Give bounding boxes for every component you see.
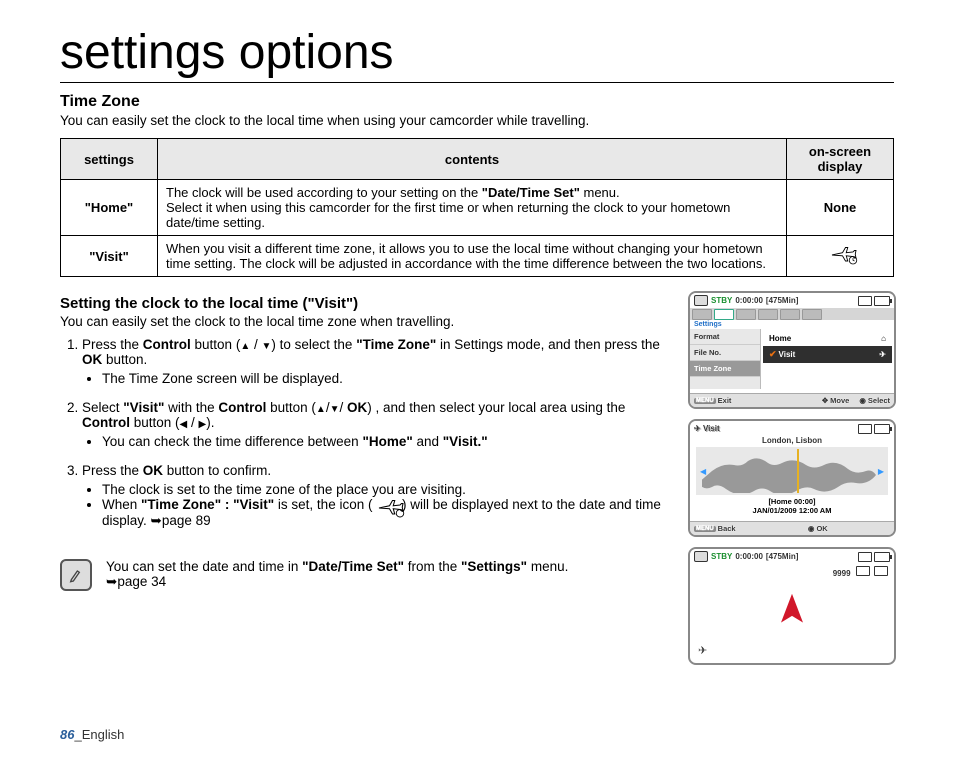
step-2-bullet: You can check the time difference betwee… xyxy=(102,434,674,449)
osd-status: STBY xyxy=(711,296,732,305)
steps-list: Press the Control button ( / ) to select… xyxy=(60,337,674,529)
check-icon: ✔ xyxy=(769,349,777,359)
down-icon xyxy=(261,337,271,352)
step-1: Press the Control button ( / ) to select… xyxy=(82,337,674,386)
osd-home-time: [Home 00:00] xyxy=(768,497,815,506)
side-item-fileno: File No. xyxy=(690,345,760,361)
page-title: settings options xyxy=(60,25,894,83)
osd-option-visit: ✔Visit ✈ xyxy=(763,346,892,363)
th-display: on-screen display xyxy=(787,139,894,180)
osd-options: Home ⌂ ✔Visit ✈ xyxy=(761,329,894,389)
battery-icon xyxy=(874,552,890,562)
cell-setting-home: "Home" xyxy=(61,180,158,236)
osd-visit-title: Visit xyxy=(703,424,720,433)
card-icon xyxy=(858,552,872,562)
osd-city: London, Lisbon xyxy=(690,436,894,445)
step-1-bullet: The Time Zone screen will be displayed. xyxy=(102,371,674,386)
up-icon xyxy=(240,337,250,352)
right-arrow-icon: ▶ xyxy=(878,467,884,476)
cell-contents-visit: When you visit a different time zone, it… xyxy=(158,236,787,277)
page-ref-icon xyxy=(151,513,162,528)
osd-visit-screen: ✈ Visit London, Lisbon ◀ ▶ [Home 00:00] … xyxy=(688,419,896,537)
side-item-timezone: Time Zone xyxy=(690,361,760,377)
page-ref-icon xyxy=(106,574,117,589)
osd-time: 0:00:00 xyxy=(735,296,763,305)
subsection-intro: You can easily set the clock to the loca… xyxy=(60,314,674,329)
osd-move: Move xyxy=(830,396,849,405)
camera-icon xyxy=(694,295,708,306)
page-number: 86_English xyxy=(60,727,124,742)
osd-time: 0:00:00 xyxy=(735,552,763,561)
section-heading: Time Zone xyxy=(60,93,894,111)
th-contents: contents xyxy=(158,139,787,180)
step-3-bullet-2: When "Time Zone" : "Visit" is set, the i… xyxy=(102,497,674,529)
battery-icon xyxy=(874,424,890,434)
osd-side-menu: Format File No. Time Zone xyxy=(690,329,761,389)
osd-record-screen: STBY 0:00:00 [475Min] 9999 ✈ xyxy=(688,547,896,665)
osd-ok: OK xyxy=(816,524,827,533)
card-icon xyxy=(858,424,872,434)
cell-setting-visit: "Visit" xyxy=(61,236,158,277)
tab-icon xyxy=(758,309,778,320)
mode-icon xyxy=(874,566,888,576)
section-intro: You can easily set the clock to the loca… xyxy=(60,113,894,128)
card-icon xyxy=(858,296,872,306)
osd-tabs xyxy=(690,308,894,320)
left-arrow-icon: ◀ xyxy=(700,467,706,476)
tab-icon xyxy=(692,309,712,320)
osd-remain: [475Min] xyxy=(766,552,798,561)
home-icon: ⌂ xyxy=(881,334,886,343)
step-3-bullet-1: The clock is set to the time zone of the… xyxy=(102,482,674,497)
cell-contents-home: The clock will be used according to your… xyxy=(158,180,787,236)
osd-back: Back xyxy=(718,524,736,533)
subsection-heading: Setting the clock to the local time ("Vi… xyxy=(60,295,674,312)
osd-settings-screen: STBY 0:00:00 [475Min] Settings Format xyxy=(688,291,896,409)
record-cursor-icon xyxy=(775,589,809,635)
settings-table: settings contents on-screen display "Hom… xyxy=(60,138,894,277)
plane-icon: ✈ xyxy=(879,350,886,359)
plane-clock-icon xyxy=(829,244,851,260)
note-icon xyxy=(60,559,92,591)
note-text: You can set the date and time in "Date/T… xyxy=(106,559,568,590)
menu-button-label: MENU xyxy=(694,398,716,404)
osd-settings-label: Settings xyxy=(690,320,894,329)
tab-icon xyxy=(802,309,822,320)
photo-icon xyxy=(856,566,870,576)
tab-icon xyxy=(780,309,800,320)
side-item-format: Format xyxy=(690,329,760,345)
cell-display-visit xyxy=(787,236,894,277)
osd-option-home: Home ⌂ xyxy=(763,331,892,346)
menu-button-label: MENU xyxy=(694,526,716,532)
world-map: ◀ ▶ xyxy=(696,447,888,495)
down-icon xyxy=(330,400,340,415)
plane-clock-icon xyxy=(376,497,398,513)
cell-display-home: None xyxy=(787,180,894,236)
osd-count: 9999 xyxy=(833,569,851,578)
table-row: "Home" The clock will be used according … xyxy=(61,180,894,236)
osd-status: STBY xyxy=(711,552,732,561)
tab-icon xyxy=(736,309,756,320)
table-row: "Visit" When you visit a different time … xyxy=(61,236,894,277)
plane-clock-icon: ✈ xyxy=(698,644,707,657)
osd-exit: Exit xyxy=(718,396,732,405)
up-icon xyxy=(316,400,326,415)
tab-icon xyxy=(714,309,734,320)
osd-select: Select xyxy=(868,396,890,405)
camera-icon xyxy=(694,551,708,562)
step-3: Press the OK button to confirm. The cloc… xyxy=(82,463,674,529)
osd-remain: [475Min] xyxy=(766,296,798,305)
battery-icon xyxy=(874,296,890,306)
osd-date: JAN/01/2009 12:00 AM xyxy=(753,506,832,515)
th-settings: settings xyxy=(61,139,158,180)
step-2: Select "Visit" with the Control button (… xyxy=(82,400,674,449)
